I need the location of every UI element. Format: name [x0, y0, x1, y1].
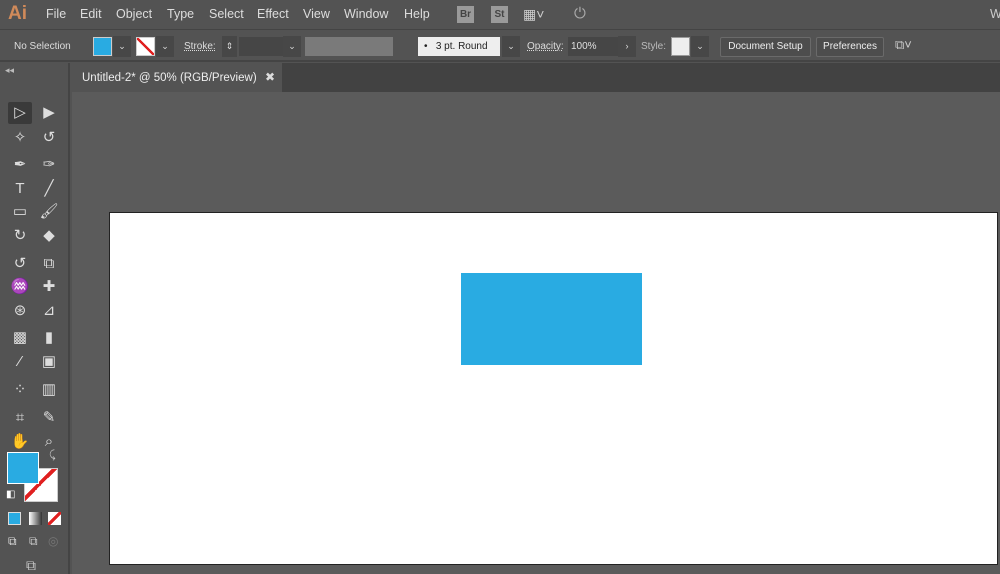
menu-effect[interactable]: Effect — [257, 7, 289, 21]
stroke-swatch[interactable] — [136, 37, 155, 56]
fill-dropdown[interactable]: ⌄ — [113, 36, 131, 57]
menu-select[interactable]: Select — [209, 7, 244, 21]
workspace-switcher[interactable]: W — [990, 7, 1000, 21]
warp-tool-icon[interactable]: ♒ — [8, 276, 32, 298]
tab-title: Untitled-2* @ 50% (RGB/Preview) — [82, 72, 257, 84]
menu-edit[interactable]: Edit — [80, 7, 102, 21]
shaper-tool-icon[interactable]: ↻ — [8, 225, 32, 247]
tools-panel: ◂◂ ▷ ▶ ✧ ↺ ✒ ✑ T ╱ ▭ 🖌 ↻ ◆ ↺ ⧉ ♒ ✚ ⊛ ⊿ ▩ ▮ ⁄ ▣ ⁘ ▥ ⌗ ✎ ✋ ⌕ ⤹ ◧ ⧉ ⧉ … — [0, 63, 70, 574]
curvature-tool-icon[interactable]: ✑ — [37, 154, 61, 176]
shape-builder-tool-icon[interactable]: ⊛ — [8, 300, 32, 322]
default-fill-stroke-icon[interactable]: ◧ — [6, 489, 15, 500]
rotate-tool-icon[interactable]: ↺ — [8, 253, 32, 275]
style-label: Style: — [641, 41, 667, 52]
perspective-grid-tool-icon[interactable]: ⊿ — [37, 300, 61, 322]
gradient-tool-icon[interactable]: ▮ — [37, 327, 61, 349]
eyedropper-tool-icon[interactable]: ⁄ — [8, 351, 32, 373]
stroke-weight-input[interactable] — [239, 37, 283, 56]
none-mode-button[interactable] — [48, 512, 61, 525]
blue-rectangle[interactable] — [461, 273, 642, 365]
screen-mode-icon[interactable]: ⧉ — [26, 557, 36, 574]
brush-definition[interactable]: • 3 pt. Round — [418, 37, 500, 56]
stroke-label[interactable]: Stroke: — [184, 41, 216, 52]
bridge-button[interactable]: Br — [457, 6, 474, 23]
opacity-expand[interactable]: › — [618, 36, 636, 57]
opacity-label[interactable]: Opacity: — [527, 41, 564, 52]
opacity-input[interactable]: 100% — [568, 37, 618, 56]
lasso-tool-icon[interactable]: ↺ — [37, 127, 61, 149]
collapse-panel-icon[interactable]: ◂◂ — [5, 65, 14, 76]
menu-type[interactable]: Type — [167, 7, 194, 21]
variable-width-profile[interactable] — [305, 37, 393, 56]
scale-tool-icon[interactable]: ⧉ — [37, 253, 61, 275]
menu-bar: Ai File Edit Object Type Select Effect V… — [0, 0, 1000, 30]
stroke-weight-stepper[interactable]: ⇕ — [222, 36, 237, 57]
hand-tool-icon[interactable]: ✋ — [8, 431, 32, 453]
type-tool-icon[interactable]: T — [8, 178, 32, 200]
document-setup-button[interactable]: Document Setup — [720, 37, 811, 57]
column-graph-tool-icon[interactable]: ▥ — [37, 379, 61, 401]
menu-object[interactable]: Object — [116, 7, 152, 21]
mesh-tool-icon[interactable]: ▩ — [8, 327, 32, 349]
arrange-documents-icon[interactable]: ▦˅ — [523, 6, 544, 23]
document-tab-bar: Untitled-2* @ 50% (RGB/Preview) ✖ — [72, 63, 1000, 92]
selection-status: No Selection — [14, 41, 71, 52]
artboard-tool-icon[interactable]: ⌗ — [8, 407, 32, 429]
menu-help[interactable]: Help — [404, 7, 430, 21]
brush-name: 3 pt. Round — [435, 41, 488, 52]
fill-swatch[interactable] — [93, 37, 112, 56]
stroke-weight-dropdown[interactable]: ⌄ — [283, 36, 301, 57]
artboard[interactable] — [109, 212, 998, 565]
selection-tool-icon[interactable]: ▷ — [8, 102, 32, 124]
slice-tool-icon[interactable]: ✎ — [37, 407, 61, 429]
stroke-dropdown[interactable]: ⌄ — [156, 36, 174, 57]
gpu-performance-icon[interactable]: ⏻ — [574, 5, 586, 22]
draw-behind-icon[interactable]: ⧉ — [29, 534, 38, 549]
symbol-sprayer-tool-icon[interactable]: ⁘ — [8, 379, 32, 401]
stock-button[interactable]: St — [491, 6, 508, 23]
menu-file[interactable]: File — [46, 7, 66, 21]
draw-inside-icon[interactable]: ◎ — [48, 534, 58, 548]
eraser-tool-icon[interactable]: ◆ — [37, 225, 61, 247]
gradient-mode-button[interactable] — [29, 512, 42, 525]
style-dropdown[interactable]: ⌄ — [691, 36, 709, 57]
control-bar: No Selection ⌄ ⌄ Stroke: ⇕ ⌄ • 3 pt. Rou… — [0, 31, 1000, 62]
fill-color-box[interactable] — [7, 452, 39, 484]
paintbrush-tool-icon[interactable]: 🖌 — [37, 201, 61, 223]
color-mode-button[interactable] — [8, 512, 21, 525]
graphic-style-swatch[interactable] — [671, 37, 690, 56]
line-segment-tool-icon[interactable]: ╱ — [37, 178, 61, 200]
puppet-warp-tool-icon[interactable]: ✚ — [37, 276, 61, 298]
rectangle-tool-icon[interactable]: ▭ — [8, 201, 32, 223]
direct-selection-tool-icon[interactable]: ▶ — [37, 102, 61, 124]
app-logo: Ai — [8, 3, 27, 24]
blend-tool-icon[interactable]: ▣ — [37, 351, 61, 373]
align-options-icon[interactable]: ⧉˅ — [895, 37, 912, 53]
menu-view[interactable]: View — [303, 7, 330, 21]
brush-dropdown[interactable]: ⌄ — [502, 36, 520, 57]
tab-untitled-2[interactable]: Untitled-2* @ 50% (RGB/Preview) ✖ — [72, 63, 282, 92]
menu-window[interactable]: Window — [344, 7, 388, 21]
swap-fill-stroke-icon[interactable]: ⤹ — [49, 449, 56, 462]
draw-normal-icon[interactable]: ⧉ — [8, 534, 17, 549]
pen-tool-icon[interactable]: ✒ — [8, 154, 32, 176]
magic-wand-tool-icon[interactable]: ✧ — [8, 127, 32, 149]
preferences-button[interactable]: Preferences — [816, 37, 884, 57]
close-tab-icon[interactable]: ✖ — [265, 70, 275, 84]
